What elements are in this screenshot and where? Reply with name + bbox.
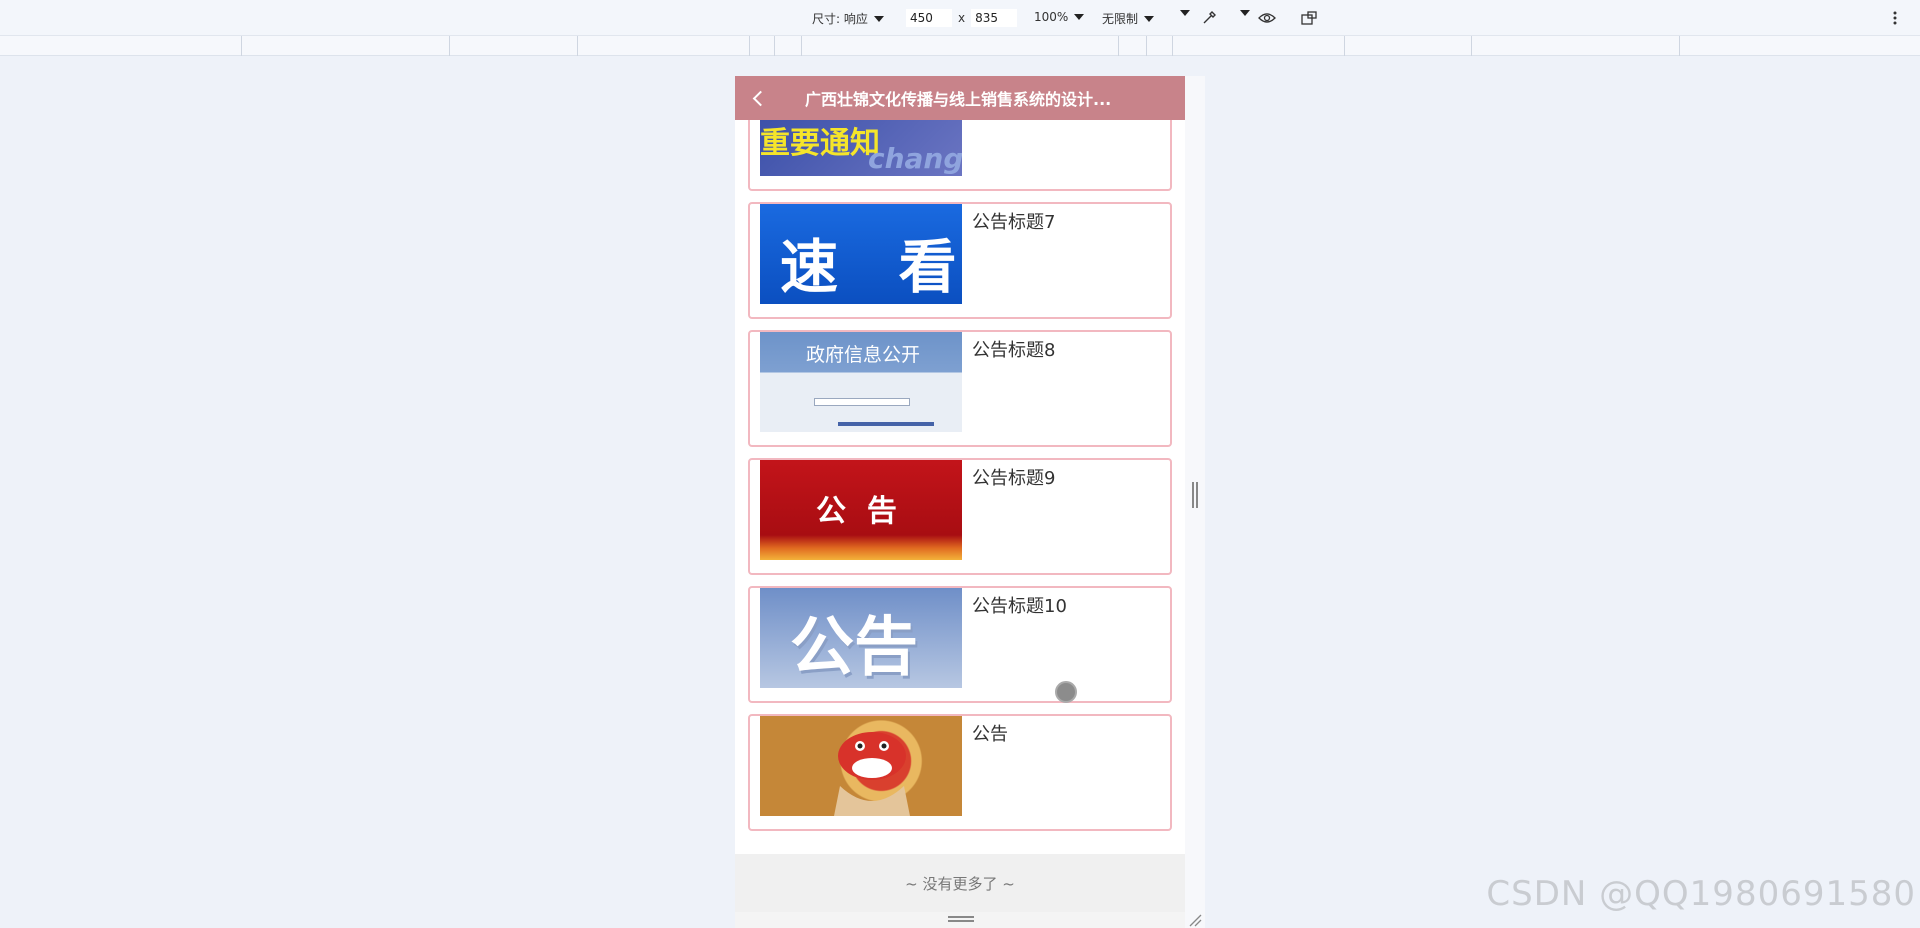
ruler-segment xyxy=(449,36,450,56)
resize-handle-bottom[interactable] xyxy=(948,916,974,922)
thumb-caption: 速 看 xyxy=(780,233,957,301)
chevron-down-icon xyxy=(1240,10,1250,16)
times-sign: x xyxy=(958,11,966,25)
thumb-caption: 公告 xyxy=(790,611,918,685)
list-item[interactable]: 政府信息公开 公告标题8 xyxy=(748,330,1172,447)
ruler-segment xyxy=(1344,36,1345,56)
height-input[interactable] xyxy=(971,9,1018,27)
notice-thumbnail xyxy=(760,716,962,816)
device-viewport: 重要通知 chang 速 看 公告标题7 政府信息公开 公告标题8 公 告 公告… xyxy=(735,76,1185,928)
thumb-caption: 重要通知 xyxy=(760,126,880,161)
ruler-segment xyxy=(749,36,750,56)
thumb-line xyxy=(838,422,934,426)
notice-thumbnail: 公 告 xyxy=(760,460,962,560)
touch-cursor xyxy=(1055,681,1077,703)
notice-title: 公告标题7 xyxy=(972,212,1056,233)
list-item[interactable]: 公 告 公告标题9 xyxy=(748,458,1172,575)
chevron-down-icon xyxy=(1074,14,1085,20)
eye-icon[interactable] xyxy=(1258,9,1276,27)
chevron-left-icon xyxy=(752,90,768,106)
notice-title: 公告标题8 xyxy=(972,340,1056,361)
devtools-toolbar: 尺寸: 响应 x 100% 无限制 xyxy=(0,0,1920,36)
ruler-segment xyxy=(1146,36,1147,56)
media-query-ruler[interactable] xyxy=(0,36,1920,56)
chevron-down-icon xyxy=(1144,15,1155,22)
zoom-dropdown[interactable]: 100% xyxy=(1034,10,1085,24)
touch-dropdown[interactable] xyxy=(1180,10,1190,16)
dragon-illustration xyxy=(834,732,910,816)
chevron-down-icon xyxy=(873,15,884,22)
more-menu-icon[interactable] xyxy=(1886,9,1904,27)
viewport-size: x xyxy=(906,9,1018,27)
app-header: 广西壮锦文化传播与线上销售系统的设计... xyxy=(735,76,1185,120)
back-button[interactable] xyxy=(735,76,779,120)
notice-list[interactable]: 重要通知 chang 速 看 公告标题7 政府信息公开 公告标题8 公 告 公告… xyxy=(735,76,1185,854)
ruler-segment xyxy=(774,36,775,56)
thumb-caption: 政府信息公开 xyxy=(806,344,921,366)
zoom-label: 100% xyxy=(1034,10,1069,24)
ruler-segment xyxy=(1679,36,1680,56)
vision-dropdown[interactable] xyxy=(1240,10,1250,16)
list-item[interactable]: 公告 xyxy=(748,714,1172,831)
ruler-segment xyxy=(1172,36,1173,56)
dimensions-dropdown[interactable]: 尺寸: 响应 xyxy=(812,10,884,27)
width-input[interactable] xyxy=(906,9,952,27)
ruler-segment xyxy=(241,36,242,56)
thumb-caption: 公 告 xyxy=(816,494,897,529)
ruler-segment xyxy=(1118,36,1119,56)
page-title: 广西壮锦文化传播与线上销售系统的设计... xyxy=(805,90,1112,109)
watermark: CSDN @QQ1980691580 xyxy=(1486,874,1916,914)
thumb-searchbox xyxy=(814,398,910,406)
list-item[interactable]: 速 看 公告标题7 xyxy=(748,202,1172,319)
notice-title: 公告标题9 xyxy=(972,468,1056,489)
notice-thumbnail: 公告 xyxy=(760,588,962,688)
notice-thumbnail: 政府信息公开 xyxy=(760,332,962,432)
notice-title: 公告标题10 xyxy=(972,596,1067,617)
eyedropper-icon[interactable] xyxy=(1200,9,1218,27)
ruler-segment xyxy=(801,36,802,56)
no-more-footer: ~ 没有更多了 ~ xyxy=(735,854,1185,912)
chevron-down-icon xyxy=(1180,10,1190,16)
thumb-subcaption: chang xyxy=(868,142,962,175)
notice-title: 公告 xyxy=(972,724,1008,745)
ruler-segment xyxy=(1471,36,1472,56)
notice-thumbnail: 速 看 xyxy=(760,204,962,304)
resize-corner-icon[interactable] xyxy=(1188,912,1202,927)
list-item[interactable]: 公告 公告标题10 xyxy=(748,586,1172,703)
resize-handle-right[interactable] xyxy=(1192,482,1198,508)
throttle-dropdown[interactable]: 无限制 xyxy=(1102,10,1155,27)
ruler-segment xyxy=(577,36,578,56)
rotate-icon[interactable] xyxy=(1300,9,1318,27)
throttle-label: 无限制 xyxy=(1102,12,1139,26)
dimensions-label: 尺寸: 响应 xyxy=(812,12,868,26)
